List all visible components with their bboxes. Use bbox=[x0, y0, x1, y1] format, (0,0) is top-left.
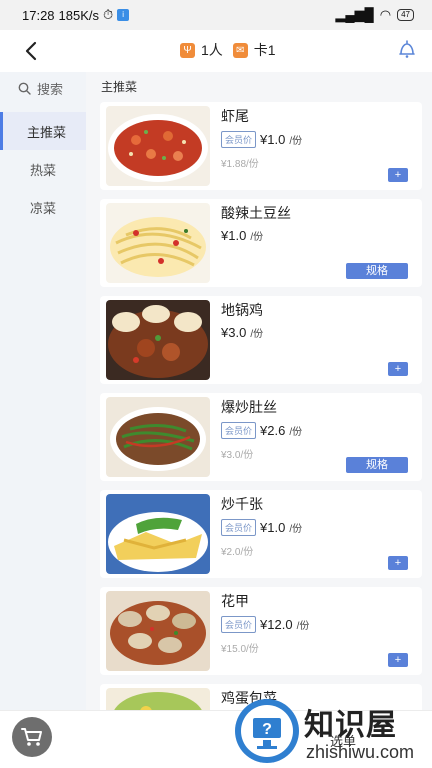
watermark-url: zhishiwu.com bbox=[306, 742, 415, 762]
dish-card[interactable]: 花甲 会员价 ¥12.0 /份 ¥15.0/份 + bbox=[100, 587, 422, 675]
member-price-tag: 会员价 bbox=[221, 422, 257, 439]
dish-card[interactable]: 酸辣土豆丝 ¥1.0 /份 规格 bbox=[100, 199, 422, 287]
price-row: ¥1.0 /份 bbox=[221, 228, 263, 243]
dish-unit: /份 bbox=[250, 329, 264, 340]
app-notification-icon: i bbox=[117, 9, 130, 21]
dish-price: ¥1.0 bbox=[221, 228, 247, 243]
status-speed: 185K/s bbox=[58, 7, 100, 23]
spec-button[interactable]: 规格 bbox=[346, 263, 408, 279]
dish-name: 爆炒肚丝 bbox=[221, 399, 277, 415]
dish-unit: /份 bbox=[296, 621, 310, 632]
dish-price: ¥1.0 bbox=[260, 520, 286, 535]
battery-icon: 47 bbox=[397, 9, 414, 21]
price-row: 会员价 ¥1.0 /份 bbox=[221, 131, 302, 148]
cart-button[interactable] bbox=[12, 717, 52, 757]
cart-icon bbox=[21, 728, 42, 746]
dish-image bbox=[106, 203, 210, 283]
table-number[interactable]: ✉ 卡1 bbox=[232, 40, 276, 60]
dish-unit: /份 bbox=[289, 524, 303, 535]
sidebar-item-cold-dishes[interactable]: 凉菜 bbox=[0, 188, 86, 226]
dish-name: 炒千张 bbox=[221, 496, 263, 512]
dish-unit: /份 bbox=[250, 232, 264, 243]
cutlery-icon: Ψ bbox=[180, 42, 195, 58]
original-price: ¥2.0/份 bbox=[221, 547, 254, 558]
original-price: ¥1.88/份 bbox=[221, 159, 259, 170]
card-icon: ✉ bbox=[232, 42, 248, 58]
wifi-icon: ◠ bbox=[379, 7, 392, 22]
spec-button[interactable]: 规格 bbox=[346, 457, 408, 473]
dish-list: 主推菜 虾尾 会员价 ¥1.0 /份 ¥1.88/份 + 酸辣土豆丝 ¥1.0 … bbox=[86, 72, 432, 710]
dish-image bbox=[106, 591, 210, 671]
dish-name: 酸辣土豆丝 bbox=[221, 205, 291, 221]
dish-price: ¥1.0 bbox=[260, 132, 286, 147]
add-button[interactable]: + bbox=[388, 168, 408, 182]
watermark-text: 知识屋 bbox=[304, 709, 397, 742]
search-label: 搜索 bbox=[37, 81, 64, 97]
dish-card[interactable]: 地锅鸡 ¥3.0 /份 + bbox=[100, 296, 422, 384]
service-bell-icon[interactable] bbox=[396, 38, 418, 60]
dish-card[interactable]: 虾尾 会员价 ¥1.0 /份 ¥1.88/份 + bbox=[100, 102, 422, 190]
dish-image bbox=[106, 494, 210, 574]
dish-price: ¥2.6 bbox=[260, 423, 286, 438]
dish-unit: /份 bbox=[289, 136, 303, 147]
dish-price: ¥12.0 bbox=[260, 617, 293, 632]
member-price-tag: 会员价 bbox=[221, 616, 257, 633]
section-title: 主推菜 bbox=[101, 80, 138, 94]
svg-text:?: ? bbox=[262, 721, 272, 738]
dish-image bbox=[106, 300, 210, 380]
price-row: 会员价 ¥1.0 /份 bbox=[221, 519, 302, 536]
dish-unit: /份 bbox=[289, 427, 303, 438]
dish-price: ¥3.0 bbox=[221, 325, 247, 340]
table-info: Ψ 1人 ✉ 卡1 bbox=[180, 40, 276, 60]
original-price: ¥3.0/份 bbox=[221, 450, 254, 461]
table-label: 卡1 bbox=[253, 42, 276, 58]
price-row: 会员价 ¥12.0 /份 bbox=[221, 616, 309, 633]
price-row: 会员价 ¥2.6 /份 bbox=[221, 422, 302, 439]
sidebar-item-hot-dishes[interactable]: 热菜 bbox=[0, 150, 86, 188]
dish-name: 花甲 bbox=[221, 593, 249, 609]
people-count[interactable]: Ψ 1人 bbox=[180, 40, 223, 60]
dish-card[interactable]: 爆炒肚丝 会员价 ¥2.6 /份 ¥3.0/份 规格 bbox=[100, 393, 422, 481]
add-button[interactable]: + bbox=[388, 556, 408, 570]
alarm-icon: ⏱ bbox=[103, 7, 114, 22]
dish-name: 虾尾 bbox=[221, 108, 249, 124]
search-button[interactable]: 搜索 bbox=[0, 72, 86, 104]
dish-name: 地锅鸡 bbox=[221, 302, 263, 318]
member-price-tag: 会员价 bbox=[221, 131, 257, 148]
dish-image bbox=[106, 397, 210, 477]
status-time: 17:28 bbox=[22, 7, 55, 23]
add-button[interactable]: + bbox=[388, 653, 408, 667]
category-sidebar: 搜索 主推菜 热菜 凉菜 bbox=[0, 72, 86, 710]
member-price-tag: 会员价 bbox=[221, 519, 257, 536]
status-bar: 17:28 185K/s ⏱ i ▂▄▆█ ◠ 47 bbox=[0, 0, 432, 30]
sidebar-item-featured[interactable]: 主推菜 bbox=[0, 112, 86, 150]
search-icon bbox=[18, 82, 31, 95]
dish-image bbox=[106, 688, 210, 710]
people-label: 1人 bbox=[201, 42, 223, 58]
header: Ψ 1人 ✉ 卡1 bbox=[0, 30, 432, 72]
back-arrow-icon[interactable] bbox=[22, 40, 42, 62]
price-row: ¥3.0 /份 bbox=[221, 325, 263, 340]
dish-image bbox=[106, 106, 210, 186]
watermark-logo-icon: ? bbox=[235, 699, 299, 763]
original-price: ¥15.0/份 bbox=[221, 644, 259, 655]
dish-card[interactable]: 炒千张 会员价 ¥1.0 /份 ¥2.0/份 + bbox=[100, 490, 422, 578]
signal-icon: ▂▄▆█ bbox=[335, 7, 374, 22]
watermark: ? 知识屋 zhishiwu.com bbox=[232, 696, 432, 768]
add-button[interactable]: + bbox=[388, 362, 408, 376]
